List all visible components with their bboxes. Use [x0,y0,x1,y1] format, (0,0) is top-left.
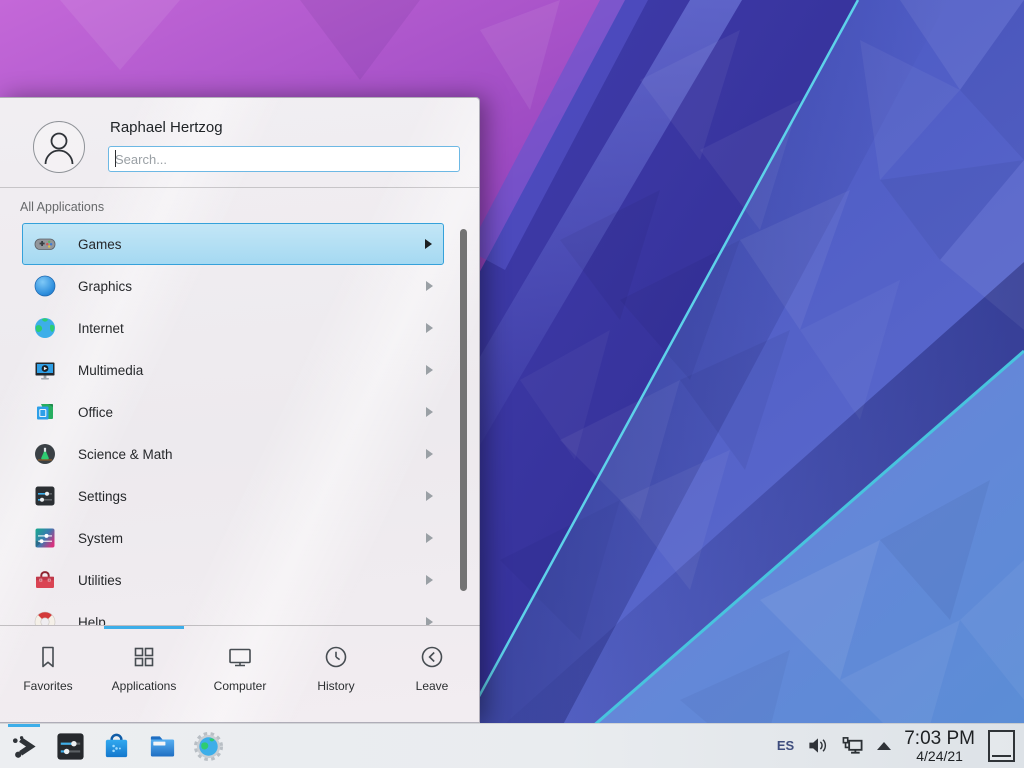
konqueror-icon[interactable] [193,731,224,762]
volume-icon[interactable] [807,735,828,756]
bookmark-icon [34,643,62,671]
menu-item-multimedia[interactable]: Multimedia [22,349,444,391]
network-icon[interactable] [841,735,864,757]
discover-icon[interactable] [101,731,132,762]
submenu-arrow-icon [426,323,433,333]
submenu-arrow-icon [426,617,433,625]
taskbar: ES 7:03 PM 4/24/21 [0,723,1024,768]
submenu-arrow-icon [426,491,433,501]
launcher-button[interactable] [8,724,40,768]
clock-icon [322,643,350,671]
sliders-color-icon [33,526,57,550]
globe-icon [33,316,57,340]
clock-time: 7:03 PM [904,729,975,749]
user-icon [34,122,84,172]
applications-list: Games Graphics [0,223,480,625]
show-desktop-button[interactable] [988,730,1015,762]
menu-item-label: Utilities [78,573,122,588]
menu-item-label: Graphics [78,279,132,294]
menu-item-games[interactable]: Games [22,223,444,265]
menu-item-label: Settings [78,489,127,504]
sphere-icon [33,274,57,298]
kickoff-icon [9,731,40,762]
dolphin-icon[interactable] [147,731,178,762]
menu-item-internet[interactable]: Internet [22,307,444,349]
digital-clock[interactable]: 7:03 PM 4/24/21 [904,729,975,763]
menu-item-label: Help [78,615,106,626]
menu-item-help[interactable]: Help [22,601,444,625]
tab-history[interactable]: History [288,626,384,724]
monitor-play-icon [33,358,57,382]
submenu-arrow-icon [426,533,433,543]
tab-favorites[interactable]: Favorites [0,626,96,724]
search-input[interactable] [108,146,460,172]
tab-label: History [317,679,354,693]
tab-leave[interactable]: Leave [384,626,480,724]
section-label: All Applications [20,200,104,214]
tab-applications[interactable]: Applications [96,626,192,724]
expand-arrow-icon[interactable] [877,742,891,750]
desktop: Raphael Hertzog All Applications Games [0,0,1024,768]
system-settings-icon[interactable] [55,731,86,762]
flask-icon [33,442,57,466]
menu-item-label: Multimedia [78,363,143,378]
menu-item-system[interactable]: System [22,517,444,559]
menu-item-settings[interactable]: Settings [22,475,444,517]
grid-icon [130,643,158,671]
tab-computer[interactable]: Computer [192,626,288,724]
submenu-arrow-icon [426,449,433,459]
submenu-arrow-icon [426,281,433,291]
menu-item-graphics[interactable]: Graphics [22,265,444,307]
menu-item-label: Internet [78,321,124,336]
user-name: Raphael Hertzog [110,119,223,136]
list-scrollbar[interactable] [460,229,467,591]
toolbox-icon [33,568,57,592]
user-avatar[interactable] [33,121,85,173]
menu-item-science-math[interactable]: Science & Math [22,433,444,475]
computer-icon [226,643,254,671]
menu-item-utilities[interactable]: Utilities [22,559,444,601]
submenu-arrow-icon [426,365,433,375]
leave-icon [418,643,446,671]
gamepad-icon [33,232,57,256]
documents-icon [33,400,57,424]
launcher-header: Raphael Hertzog [0,98,479,188]
submenu-arrow-icon [426,407,433,417]
taskbar-apps [0,724,224,768]
menu-item-label: Office [78,405,113,420]
sliders-dark-icon [33,484,57,508]
menu-item-label: Games [78,237,122,252]
lifebuoy-icon [33,610,57,625]
clock-date: 4/24/21 [916,749,963,764]
text-cursor [115,150,116,167]
submenu-arrow-icon [425,239,432,249]
tab-label: Computer [214,679,267,693]
menu-item-label: Science & Math [78,447,173,462]
menu-item-office[interactable]: Office [22,391,444,433]
tab-label: Leave [416,679,449,693]
launcher-tabbar: Favorites Applications C [0,625,480,724]
application-launcher: Raphael Hertzog All Applications Games [0,97,480,723]
tab-label: Favorites [23,679,72,693]
tab-label: Applications [112,679,177,693]
system-tray: ES 7:03 PM 4/24/21 [777,729,1024,763]
keyboard-layout-indicator[interactable]: ES [777,738,794,753]
submenu-arrow-icon [426,575,433,585]
menu-item-label: System [78,531,123,546]
